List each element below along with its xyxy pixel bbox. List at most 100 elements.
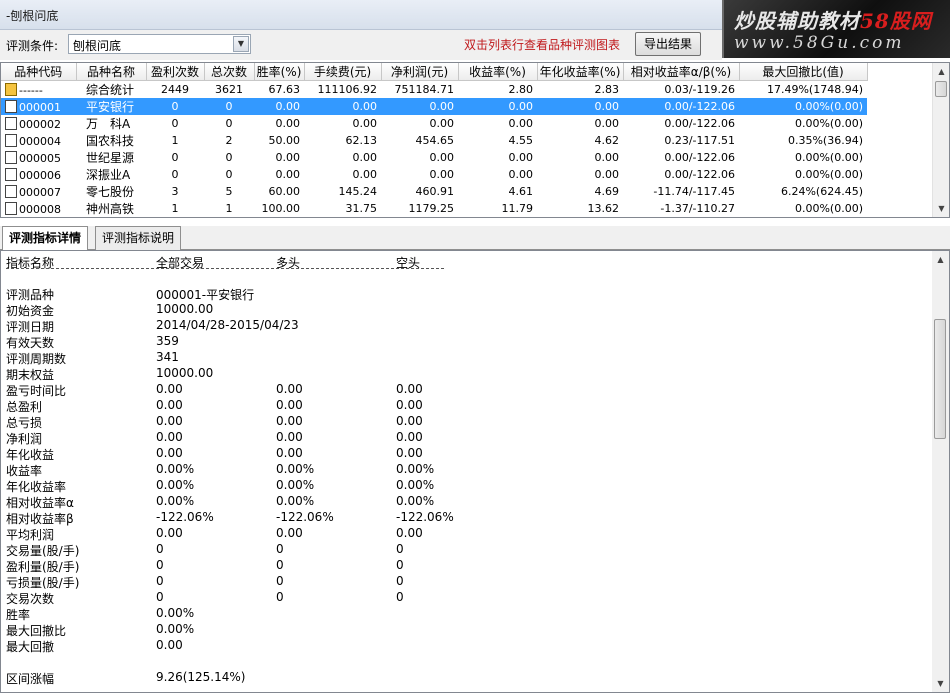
table-cell-win: 0 bbox=[171, 168, 179, 181]
table-cell-dd: 6.24%(624.45) bbox=[780, 185, 863, 198]
detail-cell: 0.00% bbox=[276, 478, 315, 492]
table-row[interactable]: 000004 国农科技 1 2 50.00 62.13 454.65 4.55 4.62 0.23… bbox=[1, 132, 867, 149]
table-cell-ret: 0.00 bbox=[508, 117, 534, 130]
detail-separator bbox=[6, 268, 444, 269]
tab-indicator-description[interactable]: 评测指标说明 bbox=[95, 226, 182, 250]
table-row[interactable]: ------ 综合统计 2449 3621 67.63 111106.92 751184.7… bbox=[1, 81, 867, 99]
window-title: -刨根问底 bbox=[6, 9, 59, 23]
table-cell-win: 0 bbox=[146, 98, 204, 115]
detail-cell: 年化收益率 bbox=[6, 480, 67, 494]
detail-scrollbar[interactable]: ▲ ▼ bbox=[932, 251, 949, 692]
col-header[interactable]: 年化收益率(%) bbox=[537, 63, 624, 81]
table-cell-rel: -11.74/-117.45 bbox=[653, 185, 735, 198]
grid-scrollbar[interactable]: ▲ ▼ bbox=[932, 63, 949, 217]
table-cell-code: 000008 bbox=[1, 200, 76, 217]
scroll-down-icon[interactable]: ▼ bbox=[932, 675, 949, 692]
col-header[interactable]: 总次数 bbox=[204, 63, 255, 81]
detail-cell: 期末权益 bbox=[6, 368, 55, 382]
chevron-down-icon[interactable]: ▼ bbox=[233, 36, 249, 52]
col-header[interactable]: 相对收益率α/β(%) bbox=[623, 63, 740, 81]
detail-cell: 平均利润 bbox=[6, 528, 55, 542]
watermark-line2: www.58Gu.com bbox=[734, 33, 905, 53]
table-cell-dd: 17.49%(1748.94) bbox=[766, 83, 863, 96]
table-row[interactable]: 000005 世纪星源 0 0 0.00 0.00 0.00 0.00 0.00 0.00/-12… bbox=[1, 149, 867, 166]
col-header[interactable]: 最大回撤比(值) bbox=[739, 63, 868, 81]
results-grid[interactable]: 品种代码 品种名称 盈利次数 总次数 胜率(%) 手续费(元) 净利润(元) 收… bbox=[0, 62, 950, 218]
table-cell-fee: 111106.92 bbox=[317, 83, 378, 96]
table-cell-name: 神州高铁 bbox=[86, 202, 135, 216]
detail-cell: 0.00% bbox=[276, 494, 315, 508]
scroll-up-icon[interactable]: ▲ bbox=[932, 251, 949, 268]
col-header[interactable]: 净利润(元) bbox=[381, 63, 459, 81]
table-cell-name: 综合统计 bbox=[86, 83, 135, 97]
detail-cell: 0.00 bbox=[396, 446, 423, 460]
col-header[interactable]: 品种名称 bbox=[76, 63, 147, 81]
table-cell-name: 国农科技 bbox=[86, 134, 135, 148]
table-cell-annual: 13.62 bbox=[587, 202, 620, 215]
col-header[interactable]: 胜率(%) bbox=[254, 63, 305, 81]
table-row[interactable]: 000006 深振业A 0 0 0.00 0.00 0.00 0.00 0.00 0.00/-12… bbox=[1, 166, 867, 183]
col-header[interactable]: 收益率(%) bbox=[458, 63, 538, 81]
tab-indicator-detail[interactable]: 评测指标详情 bbox=[2, 226, 89, 251]
table-cell-name: 零七股份 bbox=[86, 185, 135, 199]
detail-cell: 0.00 bbox=[156, 398, 183, 412]
table-cell-annual: 0.00 bbox=[594, 168, 620, 181]
table-cell-dd: 0.00%(0.00) bbox=[739, 98, 867, 115]
detail-cell: 0.00 bbox=[396, 526, 423, 540]
table-cell-rate: 0.00 bbox=[275, 168, 301, 181]
detail-cell: 年化收益 bbox=[6, 448, 55, 462]
scroll-up-icon[interactable]: ▲ bbox=[933, 63, 949, 80]
table-row[interactable]: 000002 万 科A 0 0 0.00 0.00 0.00 0.00 0.00 0.00/-12… bbox=[1, 115, 867, 132]
table-cell-fee: 0.00 bbox=[352, 117, 378, 130]
criteria-value: 刨根问底 bbox=[73, 39, 122, 53]
table-cell-win: 1 bbox=[171, 202, 179, 215]
table-cell-name: 世纪星源 bbox=[86, 151, 135, 165]
table-cell-fee: 62.13 bbox=[345, 134, 378, 147]
table-cell-profit: 454.65 bbox=[415, 134, 455, 147]
table-cell-total: 3621 bbox=[215, 83, 243, 96]
table-cell-rel: 0.00/-122.06 bbox=[664, 168, 735, 181]
detail-cell: 0 bbox=[396, 590, 404, 604]
table-cell-name: 平安银行 bbox=[76, 98, 146, 115]
detail-cell: 0.00 bbox=[396, 430, 423, 444]
table-row[interactable]: 000001 平安银行 0 0 0.00 0.00 0.00 0.00 0.00 0.00/-12… bbox=[1, 98, 867, 115]
detail-cell: 0 bbox=[276, 574, 284, 588]
col-header[interactable]: 品种代码 bbox=[1, 63, 77, 81]
table-row[interactable]: 000008 神州高铁 1 1 100.00 31.75 1179.25 11.79 13.62… bbox=[1, 200, 867, 217]
col-header[interactable]: 盈利次数 bbox=[146, 63, 205, 81]
document-icon bbox=[5, 99, 17, 113]
document-icon bbox=[5, 201, 17, 215]
table-cell-win: 3 bbox=[171, 185, 179, 198]
detail-cell: 0.00% bbox=[396, 478, 435, 492]
scroll-thumb[interactable] bbox=[935, 81, 947, 97]
export-button[interactable]: 导出结果 bbox=[635, 32, 701, 56]
detail-cell: 0.00 bbox=[276, 526, 303, 540]
detail-cell: 0 bbox=[396, 542, 404, 556]
detail-cell: 总盈利 bbox=[6, 400, 43, 414]
table-cell-fee: 0.00 bbox=[352, 151, 378, 164]
detail-cell: 评测日期 bbox=[6, 320, 55, 334]
table-cell-win: 2449 bbox=[161, 83, 189, 96]
table-row[interactable]: 000007 零七股份 3 5 60.00 145.24 460.91 4.61 4.69 -11… bbox=[1, 183, 867, 200]
scroll-down-icon[interactable]: ▼ bbox=[933, 200, 949, 217]
detail-cell: 相对收益率β bbox=[6, 512, 74, 526]
detail-cell: 2014/04/28-2015/04/23 bbox=[156, 318, 299, 332]
detail-cell: 区间涨幅 bbox=[6, 672, 55, 686]
document-icon bbox=[5, 167, 17, 181]
table-cell-name: 深振业A bbox=[86, 168, 131, 182]
document-icon bbox=[5, 184, 17, 198]
criteria-select[interactable]: 刨根问底 ▼ bbox=[68, 34, 251, 54]
detail-cell: 10000.00 bbox=[156, 302, 214, 316]
scroll-thumb[interactable] bbox=[934, 319, 946, 439]
detail-cell: 0.00 bbox=[396, 382, 423, 396]
table-cell-win: 0 bbox=[171, 151, 179, 164]
table-cell-profit: 460.91 bbox=[415, 185, 455, 198]
table-cell-rate: 0.00 bbox=[275, 117, 301, 130]
detail-cell: 359 bbox=[156, 334, 179, 348]
table-cell-profit: 751184.71 bbox=[394, 83, 455, 96]
detail-cell: 净利润 bbox=[6, 432, 43, 446]
table-cell-ret: 11.79 bbox=[501, 202, 534, 215]
table-cell-total: 0 bbox=[204, 98, 254, 115]
col-header[interactable]: 手续费(元) bbox=[304, 63, 382, 81]
hint-text: 双击列表行查看品种评测图表 bbox=[464, 38, 621, 52]
